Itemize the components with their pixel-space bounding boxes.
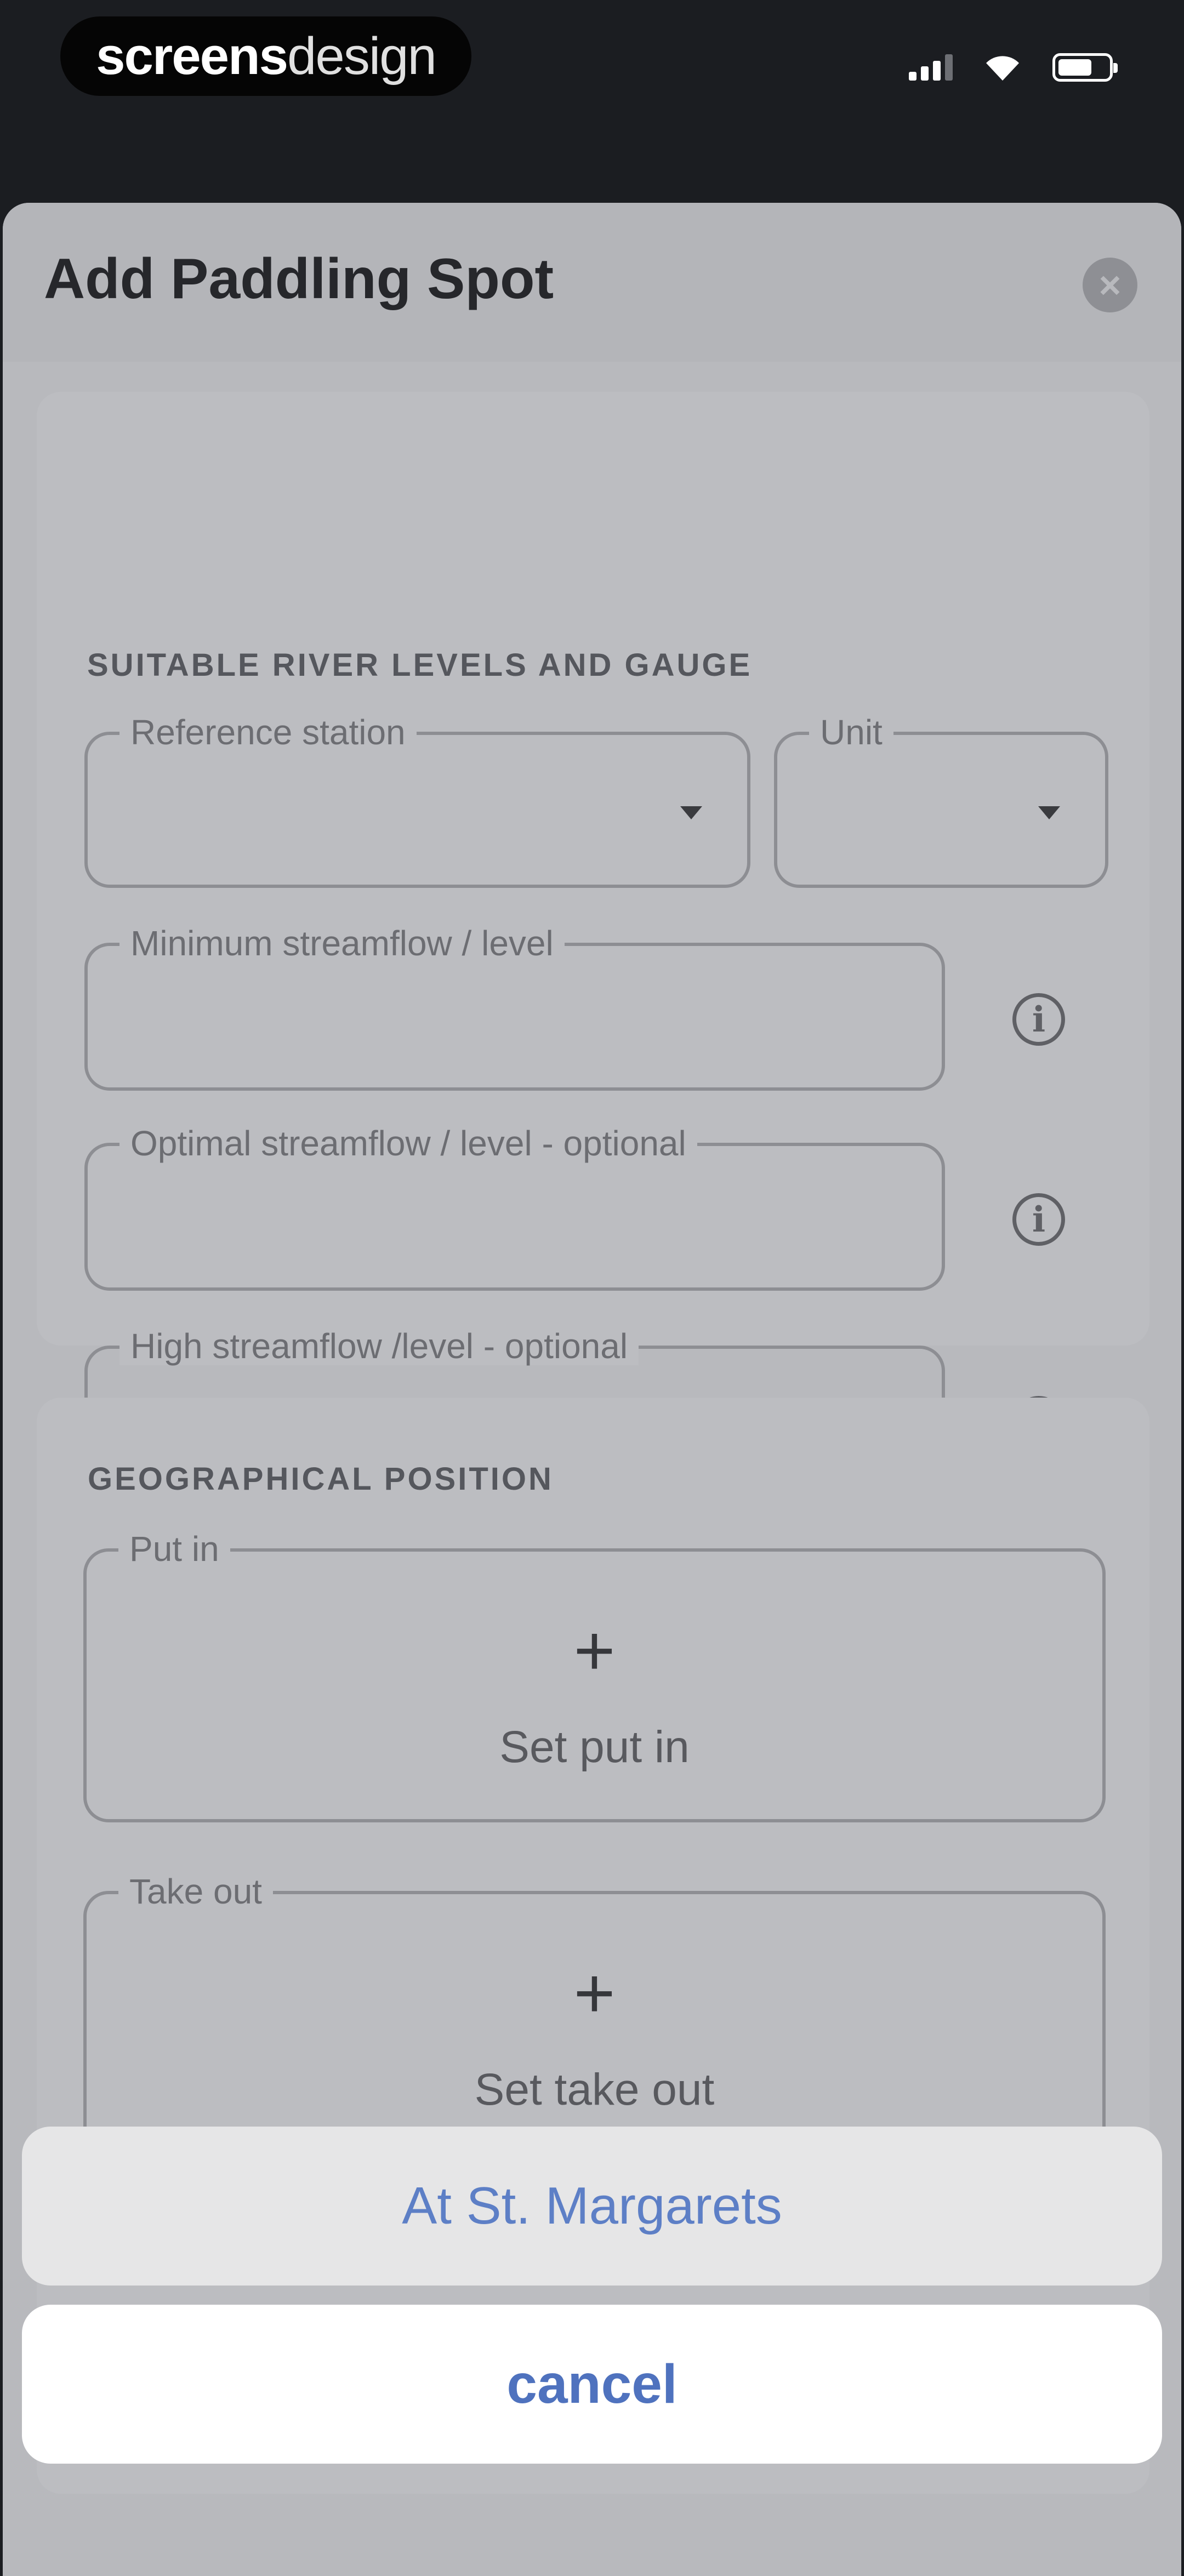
reference-station-select[interactable]: Reference station: [84, 713, 750, 888]
status-icons: [909, 52, 1118, 83]
sheet-header: Add Paddling Spot ×: [3, 203, 1181, 362]
section-title-geographical-position: GEOGRAPHICAL POSITION: [88, 1461, 554, 1497]
minimum-streamflow-input[interactable]: Minimum streamflow / level: [84, 924, 945, 1091]
info-icon[interactable]: i: [1012, 1193, 1065, 1246]
close-icon: ×: [1098, 264, 1122, 306]
wifi-icon: [986, 56, 1019, 81]
river-levels-section: SUITABLE RIVER LEVELS AND GAUGE Referenc…: [37, 392, 1149, 1494]
chevron-down-icon: [1038, 806, 1060, 819]
brand-logo-bold: screens: [96, 26, 288, 86]
high-streamflow-label: High streamflow /level - optional: [119, 1327, 639, 1365]
action-option-at-st-margarets[interactable]: At St. Margarets: [22, 2127, 1162, 2286]
set-take-out-button[interactable]: Take out + Set take out: [83, 1872, 1106, 2165]
set-take-out-label: Set take out: [474, 2065, 715, 2115]
plus-icon: +: [573, 1953, 616, 2033]
page-title: Add Paddling Spot: [44, 247, 554, 311]
unit-select[interactable]: Unit: [774, 713, 1108, 888]
signal-icon: [909, 54, 953, 81]
close-button[interactable]: ×: [1083, 258, 1137, 312]
chevron-down-icon: [680, 806, 702, 819]
unit-label: Unit: [809, 713, 893, 751]
take-out-label: Take out: [118, 1872, 273, 1911]
minimum-streamflow-label: Minimum streamflow / level: [119, 924, 565, 962]
optimal-streamflow-input[interactable]: Optimal streamflow / level - optional: [84, 1124, 945, 1291]
plus-icon: +: [573, 1610, 616, 1690]
optimal-streamflow-label: Optimal streamflow / level - optional: [119, 1124, 697, 1162]
info-icon[interactable]: i: [1012, 993, 1065, 1046]
brand-logo: screens design: [60, 16, 471, 96]
section-title-river-levels: SUITABLE RIVER LEVELS AND GAUGE: [87, 647, 753, 683]
set-put-in-label: Set put in: [499, 1722, 690, 1772]
reference-station-label: Reference station: [119, 713, 417, 751]
set-put-in-button[interactable]: Put in + Set put in: [83, 1530, 1106, 1822]
cancel-button[interactable]: cancel: [22, 2305, 1162, 2464]
brand-logo-light: design: [287, 26, 437, 86]
status-bar: screens design: [0, 0, 1184, 203]
put-in-label: Put in: [118, 1530, 230, 1568]
battery-icon: [1052, 53, 1118, 82]
